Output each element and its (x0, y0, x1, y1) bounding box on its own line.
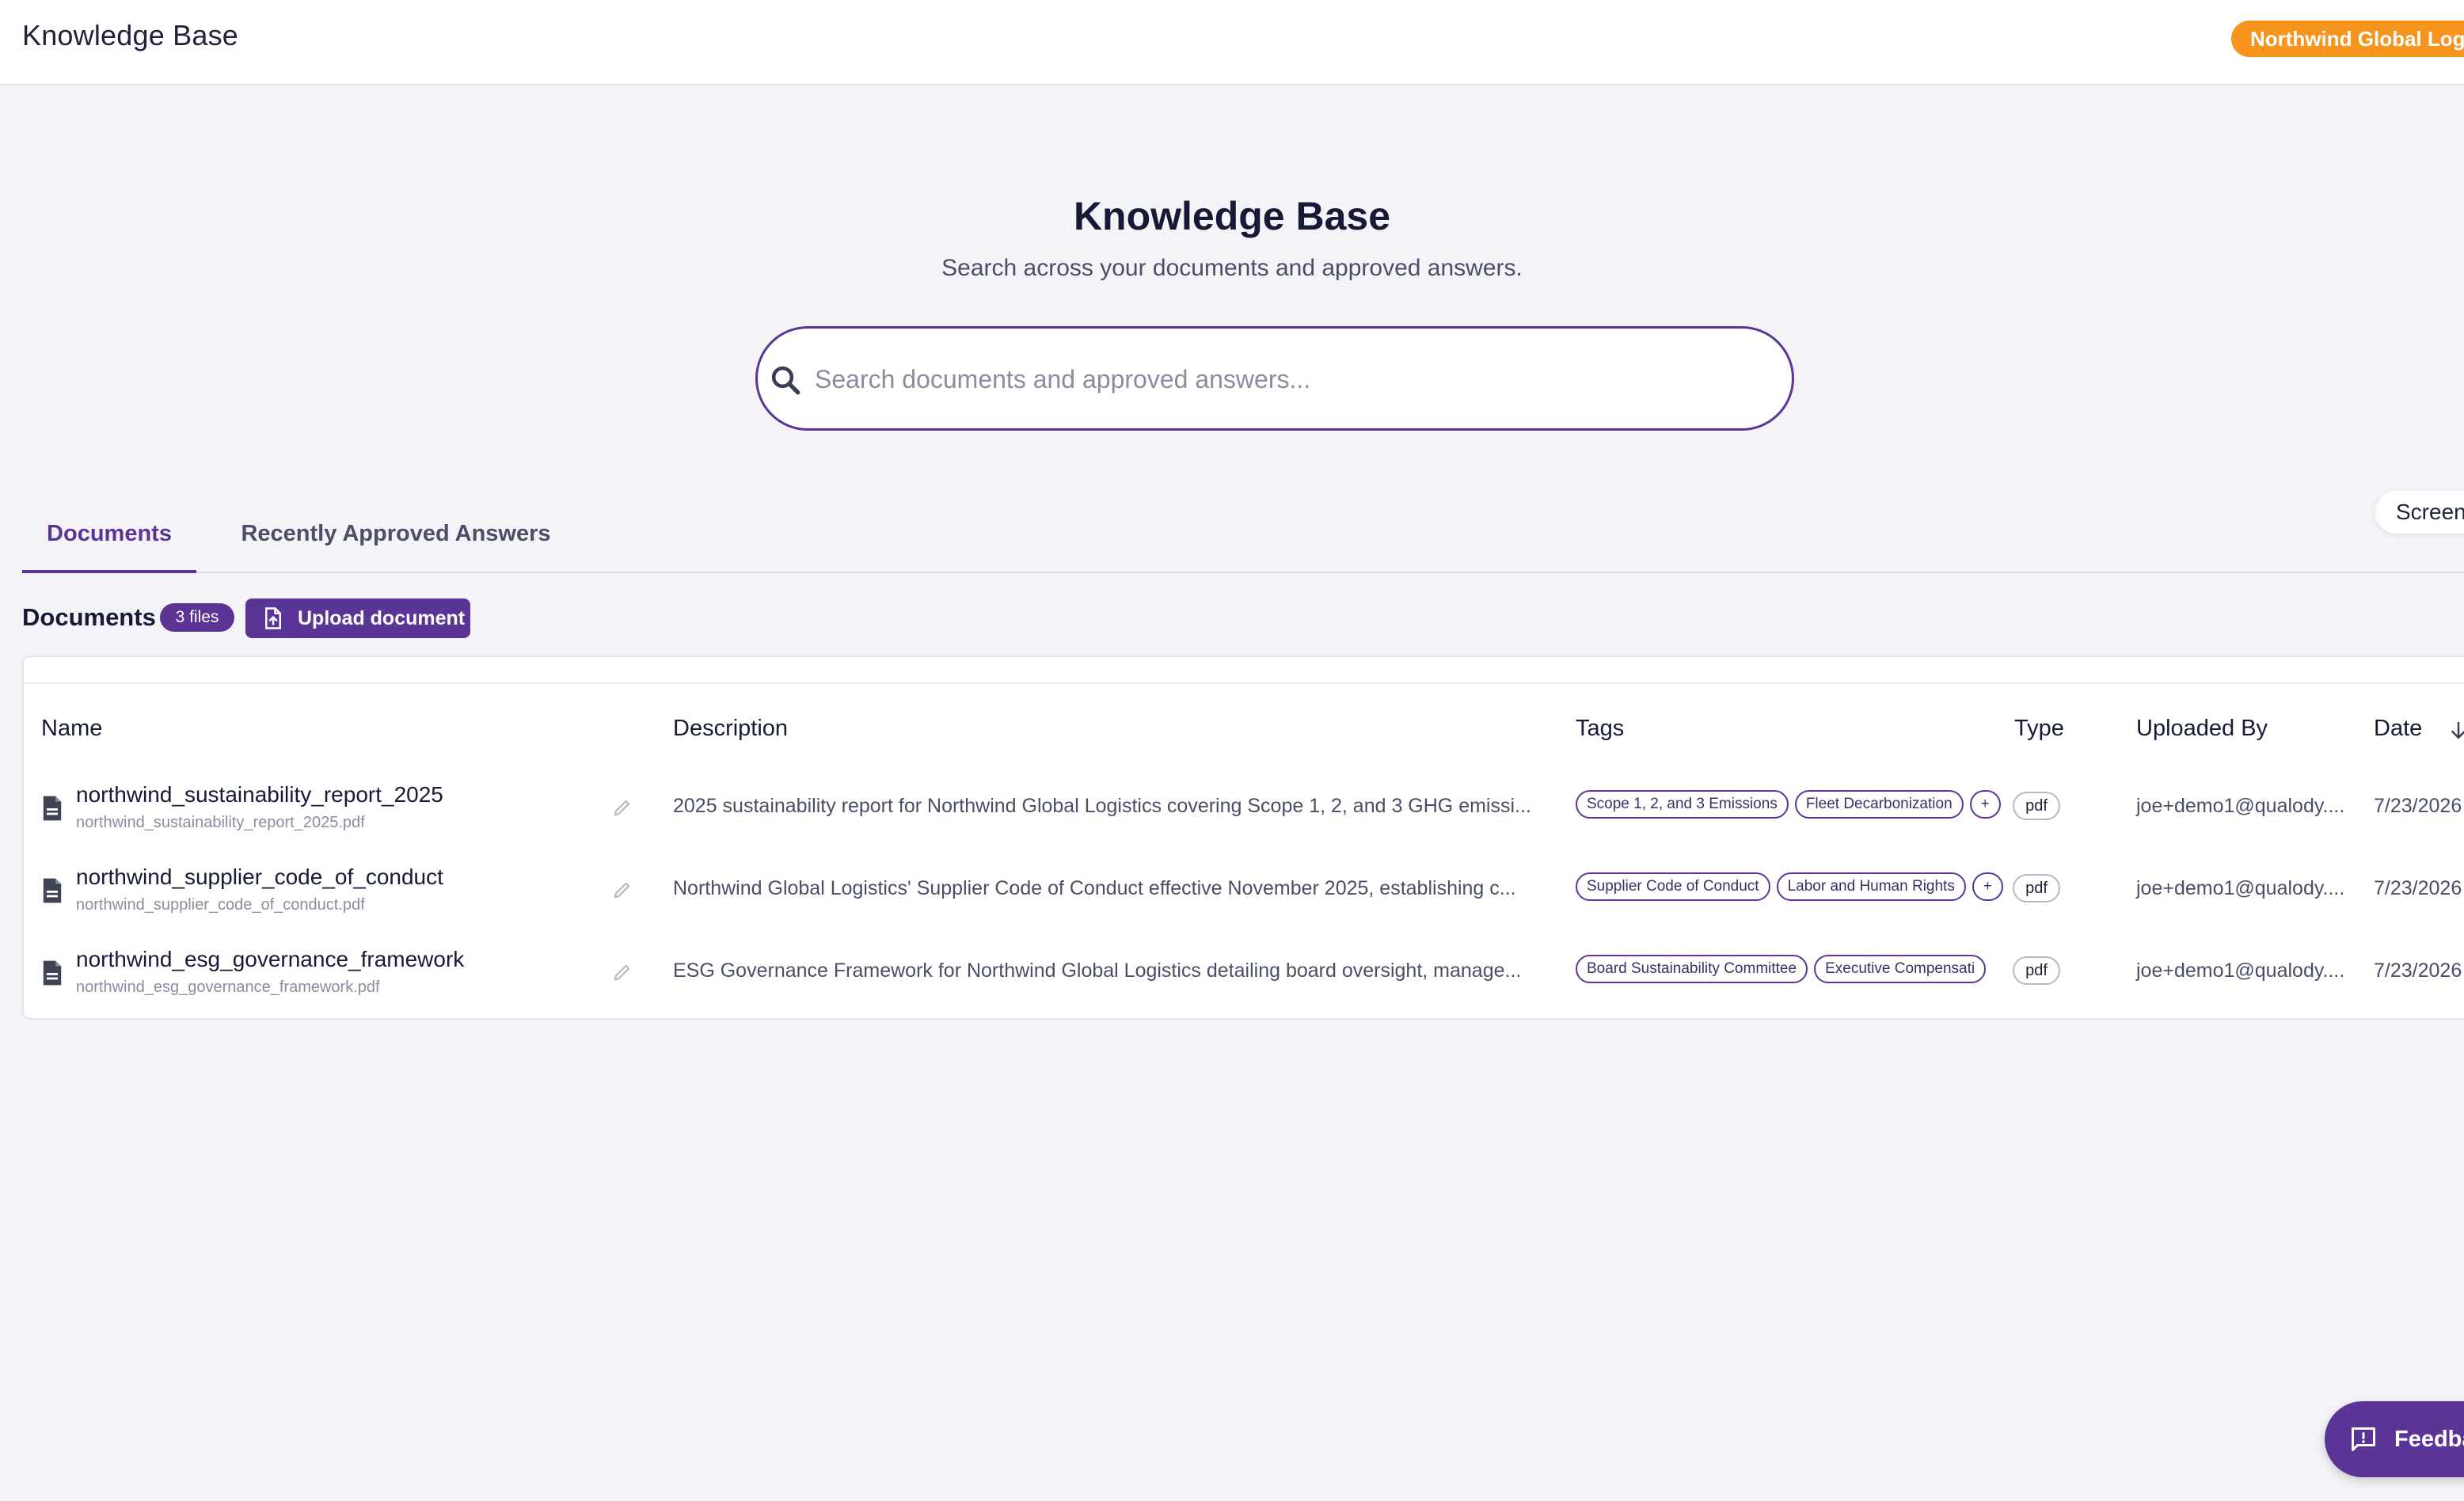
document-filename: northwind_supplier_code_of_conduct.pdf (76, 896, 365, 914)
feedback-button[interactable]: Feedba (2325, 1401, 2464, 1477)
file-count-badge: 3 files (160, 603, 234, 632)
document-icon (43, 960, 62, 986)
column-header-name[interactable]: Name (41, 716, 102, 742)
tag-chip[interactable]: Board Sustainability Committee (1576, 955, 1808, 983)
document-filename: northwind_esg_governance_framework.pdf (76, 978, 380, 996)
document-description: ESG Governance Framework for Northwind G… (673, 960, 1522, 982)
upload-document-button[interactable]: Upload document (245, 598, 470, 638)
upload-date: 7/23/2026 (2374, 960, 2462, 982)
column-header-uploaded-by[interactable]: Uploaded By (2136, 716, 2268, 742)
file-type-badge: pdf (2013, 956, 2060, 985)
tag-chip[interactable]: Executive Compensati (1814, 955, 1987, 983)
table-row[interactable]: northwind_sustainability_report_2025 nor… (24, 774, 2464, 857)
search-input[interactable] (815, 352, 1765, 406)
feedback-label: Feedba (2394, 1427, 2464, 1452)
column-header-tags[interactable]: Tags (1576, 716, 1624, 742)
document-description: 2025 sustainability report for Northwind… (673, 795, 1531, 817)
file-type-badge: pdf (2013, 874, 2060, 902)
table-row[interactable]: northwind_esg_governance_framework north… (24, 939, 2464, 1021)
app-root: Knowledge Base Northwind Global Logistic… (0, 0, 2464, 1501)
tag-chip[interactable]: Labor and Human Rights (1776, 872, 1966, 901)
uploaded-by-email: joe+demo1@qualody.... (2136, 795, 2345, 817)
tag-list: Scope 1, 2, and 3 Emissions Fleet Decarbo… (1576, 790, 2003, 822)
screen-button[interactable]: Screen (2375, 491, 2464, 534)
document-icon (43, 878, 62, 903)
top-bar: Knowledge Base Northwind Global Logistic… (0, 0, 2464, 86)
tab-documents[interactable]: Documents (22, 507, 196, 573)
tag-chip[interactable]: Scope 1, 2, and 3 Emissions (1576, 790, 1789, 819)
uploaded-by-email: joe+demo1@qualody.... (2136, 877, 2345, 899)
uploaded-by-email: joe+demo1@qualody.... (2136, 960, 2345, 982)
pencil-icon[interactable] (611, 879, 633, 901)
upload-file-icon (265, 607, 281, 629)
page-subtitle: Search across your documents and approve… (941, 255, 1523, 281)
document-description: Northwind Global Logistics' Supplier Cod… (673, 877, 1516, 899)
org-switcher-badge[interactable]: Northwind Global Logistics (2231, 21, 2464, 57)
page-title: Knowledge Base (1073, 194, 1391, 238)
upload-document-label: Upload document (298, 607, 466, 629)
documents-table: Name Description Tags Type Uploaded By D… (22, 656, 2464, 1020)
arrow-down-icon[interactable] (2447, 717, 2464, 744)
app-title: Knowledge Base (22, 19, 238, 51)
documents-section-title: Documents (22, 603, 156, 631)
file-type-badge: pdf (2013, 792, 2060, 820)
upload-date: 7/23/2026 (2374, 795, 2462, 817)
column-header-type[interactable]: Type (2014, 716, 2064, 742)
upload-date: 7/23/2026 (2374, 877, 2462, 899)
tag-list: Board Sustainability Committee Executive … (1576, 955, 2003, 986)
tag-chip[interactable]: Supplier Code of Conduct (1576, 872, 1770, 901)
search-bar[interactable] (755, 326, 1794, 431)
table-divider (24, 682, 2464, 684)
pencil-icon[interactable] (611, 961, 633, 983)
pencil-icon[interactable] (611, 796, 633, 819)
column-header-date[interactable]: Date (2374, 716, 2422, 742)
document-name[interactable]: northwind_supplier_code_of_conduct (76, 864, 443, 890)
feedback-icon (2352, 1427, 2375, 1451)
table-row[interactable]: northwind_supplier_code_of_conduct north… (24, 857, 2464, 939)
tag-list: Supplier Code of Conduct Labor and Human … (1576, 872, 2003, 904)
document-filename: northwind_sustainability_report_2025.pdf (76, 814, 365, 831)
tag-chip-more[interactable]: + (1969, 790, 2001, 819)
search-icon (771, 366, 800, 395)
document-name[interactable]: northwind_sustainability_report_2025 (76, 782, 443, 808)
tab-bar: Documents Recently Approved Answers (22, 507, 2464, 573)
tag-chip[interactable]: Fleet Decarbonization (1794, 790, 1964, 819)
tab-recently-approved-answers[interactable]: Recently Approved Answers (222, 507, 570, 573)
tag-chip-more[interactable]: + (1972, 872, 2003, 901)
document-name[interactable]: northwind_esg_governance_framework (76, 947, 464, 972)
document-icon (43, 796, 62, 821)
column-header-description[interactable]: Description (673, 716, 788, 742)
